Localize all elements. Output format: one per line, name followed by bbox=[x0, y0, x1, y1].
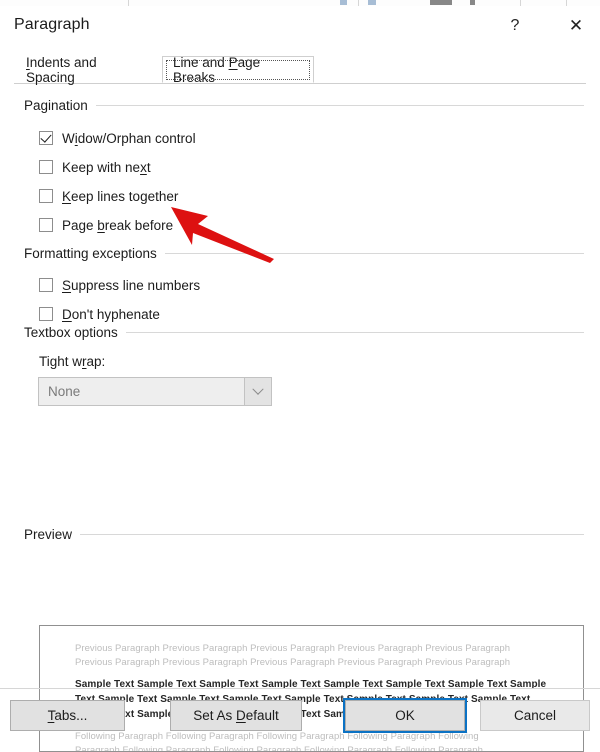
group-separator-line bbox=[80, 534, 584, 535]
group-header-textbox-options: Textbox options bbox=[24, 325, 584, 340]
checkbox-box[interactable] bbox=[39, 131, 53, 145]
checkbox-dont-hyphenate[interactable]: Don't hyphenate bbox=[39, 304, 160, 324]
dialog-content: Pagination Widow/Orphan control Keep wit… bbox=[0, 84, 600, 684]
group-label-textbox-options: Textbox options bbox=[24, 325, 118, 340]
group-separator-line bbox=[165, 253, 584, 254]
checkbox-keep-with-next[interactable]: Keep with next bbox=[39, 157, 151, 177]
checkbox-suppress-line-numbers[interactable]: Suppress line numbers bbox=[39, 275, 200, 295]
close-icon[interactable]: ✕ bbox=[558, 10, 594, 42]
checkbox-box[interactable] bbox=[39, 278, 53, 292]
group-label-preview: Preview bbox=[24, 527, 72, 542]
checkbox-box[interactable] bbox=[39, 307, 53, 321]
tight-wrap-value: None bbox=[48, 384, 80, 399]
tight-wrap-label: Tight wrap: bbox=[39, 354, 105, 369]
group-label-formatting-exceptions: Formatting exceptions bbox=[24, 246, 157, 261]
tab-linebreaks-label: Line and Page Breaks bbox=[173, 55, 303, 85]
dialog-titlebar: Paragraph ? ✕ bbox=[0, 6, 600, 48]
group-separator-line bbox=[126, 332, 584, 333]
preview-following-line-2: Paragraph Following Paragraph Following … bbox=[75, 744, 560, 752]
preview-following-line-1: Following Paragraph Following Paragraph … bbox=[75, 730, 560, 744]
preview-sample-line-1: Sample Text Sample Text Sample Text Samp… bbox=[75, 678, 560, 692]
checkbox-widow-orphan-control[interactable]: Widow/Orphan control bbox=[39, 128, 196, 148]
checkbox-label: Keep with next bbox=[62, 160, 151, 175]
checkbox-label: Widow/Orphan control bbox=[62, 131, 196, 146]
ok-button[interactable]: OK bbox=[345, 700, 465, 731]
page-title: Paragraph bbox=[14, 16, 90, 34]
group-header-formatting-exceptions: Formatting exceptions bbox=[24, 246, 584, 261]
ok-button-label: OK bbox=[395, 708, 415, 723]
group-separator-line bbox=[96, 105, 584, 106]
tight-wrap-dropdown[interactable]: None bbox=[38, 377, 272, 406]
checkbox-label: Keep lines together bbox=[62, 189, 178, 204]
tab-indents-label: Indents and Spacing bbox=[26, 55, 146, 85]
tab-indents-and-spacing[interactable]: Indents and Spacing bbox=[16, 56, 156, 83]
checkbox-label: Suppress line numbers bbox=[62, 278, 200, 293]
tabstrip: Indents and Spacing Line and Page Breaks bbox=[0, 52, 600, 84]
tab-line-and-page-breaks[interactable]: Line and Page Breaks bbox=[162, 56, 314, 83]
cancel-button-label: Cancel bbox=[514, 708, 556, 723]
tabs-button[interactable]: Tabs... bbox=[10, 700, 125, 731]
checkbox-keep-lines-together[interactable]: Keep lines together bbox=[39, 186, 178, 206]
checkbox-box[interactable] bbox=[39, 160, 53, 174]
tabs-button-label: Tabs... bbox=[48, 708, 88, 723]
checkbox-label: Page break before bbox=[62, 218, 173, 233]
set-as-default-button[interactable]: Set As Default bbox=[170, 700, 302, 731]
group-label-pagination: Pagination bbox=[24, 98, 88, 113]
preview-previous-line-1: Previous Paragraph Previous Paragraph Pr… bbox=[75, 642, 560, 656]
checkbox-page-break-before[interactable]: Page break before bbox=[39, 215, 173, 235]
checkbox-box[interactable] bbox=[39, 189, 53, 203]
preview-previous-line-2: Previous Paragraph Previous Paragraph Pr… bbox=[75, 656, 560, 670]
footer-separator bbox=[0, 688, 600, 689]
chevron-down-icon[interactable] bbox=[244, 378, 271, 405]
help-icon[interactable]: ? bbox=[497, 10, 533, 42]
checkbox-label: Don't hyphenate bbox=[62, 307, 160, 322]
checkbox-box[interactable] bbox=[39, 218, 53, 232]
group-header-preview: Preview bbox=[24, 527, 584, 542]
group-header-pagination: Pagination bbox=[24, 98, 584, 113]
set-as-default-label: Set As Default bbox=[193, 708, 279, 723]
cancel-button[interactable]: Cancel bbox=[480, 700, 590, 731]
paragraph-dialog: Paragraph ? ✕ Indents and Spacing Line a… bbox=[0, 6, 600, 731]
